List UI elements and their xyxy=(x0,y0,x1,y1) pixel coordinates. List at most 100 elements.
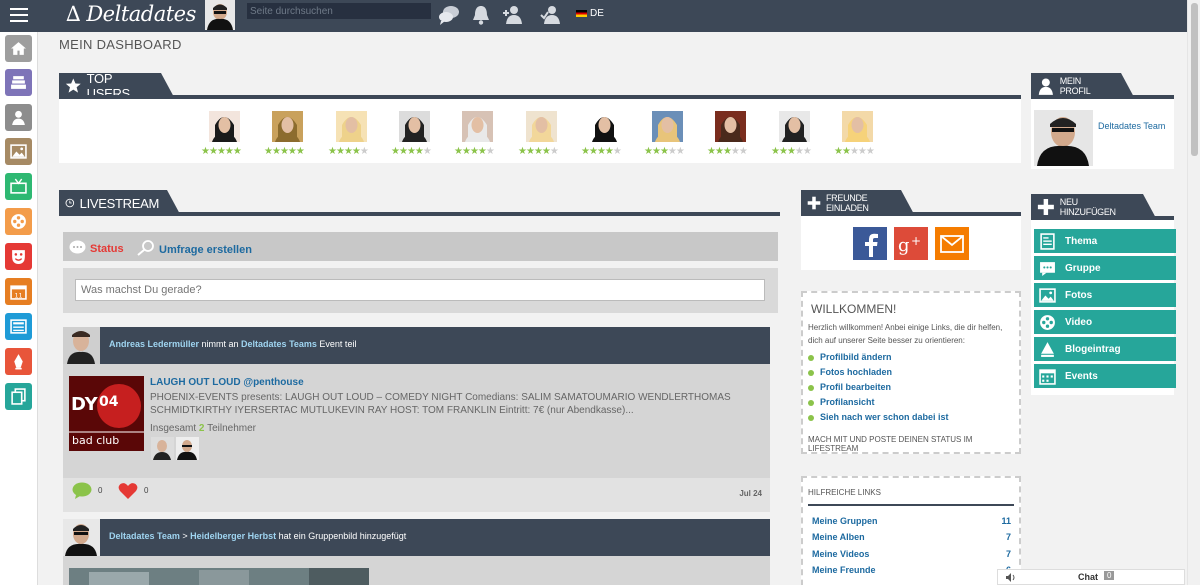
calendar-icon[interactable]: 11 xyxy=(5,278,32,305)
poll-tab[interactable]: Umfrage erstellen xyxy=(137,240,252,256)
news-icon[interactable] xyxy=(5,313,32,340)
welcome-link[interactable]: Fotos hochladen xyxy=(808,367,892,377)
search-input[interactable] xyxy=(247,3,431,19)
top-user-rating: ★★★★★ xyxy=(581,146,622,157)
chat-label: Chat xyxy=(1078,572,1098,582)
welcome-box: WILLKOMMEN! Herzlich willkommen! Anbei e… xyxy=(801,291,1021,454)
helpful-links-title: HILFREICHE LINKS xyxy=(808,488,881,497)
document-icon xyxy=(1040,232,1055,250)
post-type-bar: Status Umfrage erstellen xyxy=(63,232,778,261)
chat-bar[interactable]: Chat 0 xyxy=(997,569,1185,585)
user-avatar[interactable] xyxy=(205,0,235,30)
participant-avatar[interactable] xyxy=(151,437,174,460)
group-photo[interactable] xyxy=(69,568,369,585)
helpful-link-row[interactable]: Meine Gruppen 11 xyxy=(812,516,1011,526)
bell-icon[interactable] xyxy=(469,3,493,27)
plus-icon xyxy=(1037,199,1054,215)
status-tab[interactable]: Status xyxy=(69,240,124,255)
feed-item-header: Andreas Ledermüller nimmt an Deltadates … xyxy=(63,327,770,364)
top-user-avatar[interactable] xyxy=(526,111,557,142)
language-selector[interactable]: DE xyxy=(576,8,604,19)
clock-icon xyxy=(65,198,75,208)
home-icon[interactable] xyxy=(5,35,32,62)
speech-bubble-icon xyxy=(69,240,86,254)
user-icon[interactable] xyxy=(5,104,32,131)
profile-name-link[interactable]: Deltadates Team xyxy=(1098,121,1165,131)
top-user-avatar[interactable] xyxy=(715,111,746,142)
author-link[interactable]: Deltadates Team xyxy=(109,531,180,541)
helpful-link-row[interactable]: Meine Freunde6 xyxy=(812,565,1011,575)
search-icon xyxy=(137,240,154,256)
helpful-links-box: HILFREICHE LINKS Meine Gruppen 11 Meine A… xyxy=(801,476,1021,585)
welcome-link[interactable]: Profil bearbeiten xyxy=(808,382,891,392)
friend-requests-icon[interactable] xyxy=(501,3,525,27)
chat-bubbles-icon[interactable] xyxy=(437,3,461,27)
event-title-link[interactable]: LAUGH OUT LOUD @penthouse xyxy=(150,377,304,388)
profile-avatar[interactable] xyxy=(1034,110,1093,166)
top-user-avatar[interactable] xyxy=(652,111,683,142)
visitors-icon[interactable] xyxy=(539,3,563,27)
menu-icon[interactable] xyxy=(10,8,28,22)
helpful-link-row[interactable]: Meine Alben 7 xyxy=(812,532,1011,542)
comment-icon[interactable] xyxy=(72,482,92,499)
tv-icon[interactable] xyxy=(5,173,32,200)
add-blog-post-button[interactable]: Blogeintrag xyxy=(1034,337,1176,361)
top-user-avatar[interactable] xyxy=(272,111,303,142)
event-image[interactable]: DY 04 bad club xyxy=(69,376,144,451)
google-plus-icon[interactable]: g + xyxy=(894,227,928,260)
logo[interactable]: ∆ Deltadates xyxy=(66,2,196,26)
scrollbar-thumb[interactable] xyxy=(1191,3,1198,156)
facebook-icon[interactable] xyxy=(853,227,887,260)
helpful-link-row[interactable]: Meine Videos 7 xyxy=(812,549,1011,559)
invite-header: FREUNDE EINLADEN xyxy=(801,190,1021,216)
top-user-avatar[interactable] xyxy=(589,111,620,142)
top-user-rating: ★★★★★ xyxy=(518,146,559,157)
top-user-rating: ★★★★★ xyxy=(834,146,875,157)
participant-avatar[interactable] xyxy=(176,437,199,460)
feed-item-body: DY 04 bad club LAUGH OUT LOUD @penthouse P… xyxy=(63,364,770,478)
target-link[interactable]: Deltadates Teams xyxy=(241,339,317,349)
top-user-avatar[interactable] xyxy=(336,111,367,142)
heart-icon[interactable] xyxy=(118,482,138,500)
top-user-avatar[interactable] xyxy=(399,111,430,142)
welcome-link[interactable]: Profilbild ändern xyxy=(808,352,892,362)
add-group-button[interactable]: Gruppe xyxy=(1034,256,1176,280)
chat-icon xyxy=(1040,261,1055,276)
star-icon xyxy=(65,78,81,93)
email-icon[interactable] xyxy=(935,227,969,260)
svg-text:g: g xyxy=(898,235,910,256)
calendar-icon xyxy=(1039,368,1056,385)
status-input[interactable] xyxy=(75,279,765,301)
page-scrollbar[interactable] xyxy=(1187,0,1200,585)
film-reel-icon xyxy=(1040,314,1055,330)
add-topic-button[interactable]: Thema xyxy=(1034,229,1176,253)
plus-icon xyxy=(807,196,821,210)
my-profile-header: MEIN PROFIL xyxy=(1031,73,1174,99)
welcome-link[interactable]: Sieh nach wer schon dabei ist xyxy=(808,412,949,422)
theater-mask-icon[interactable] xyxy=(5,243,32,270)
top-user-avatar[interactable] xyxy=(462,111,493,142)
feed-item-text: Andreas Ledermüller nimmt an Deltadates … xyxy=(109,339,357,349)
copy-icon[interactable] xyxy=(5,383,32,410)
target-link[interactable]: Heidelberger Herbst xyxy=(190,531,276,541)
add-event-button[interactable]: Events xyxy=(1034,364,1176,388)
welcome-link[interactable]: Profilansicht xyxy=(808,397,875,407)
top-user-avatar[interactable] xyxy=(209,111,240,142)
top-user-avatar[interactable] xyxy=(779,111,810,142)
top-user-rating: ★★★★★ xyxy=(454,146,495,157)
stack-icon[interactable] xyxy=(5,69,32,96)
add-photos-button[interactable]: Fotos xyxy=(1034,283,1176,307)
author-avatar[interactable] xyxy=(63,519,100,556)
author-link[interactable]: Andreas Ledermüller xyxy=(109,339,199,349)
top-user-rating: ★★★★★ xyxy=(644,146,685,157)
top-user-avatar[interactable] xyxy=(842,111,873,142)
author-avatar[interactable] xyxy=(63,327,100,364)
add-video-button[interactable]: Video xyxy=(1034,310,1176,334)
top-navbar: ∆ Deltadates DE xyxy=(0,0,1200,32)
pen-icon[interactable] xyxy=(5,348,32,375)
user-icon xyxy=(1038,78,1053,95)
post-date: Jul 24 xyxy=(739,489,762,498)
photo-icon[interactable] xyxy=(5,138,32,165)
speaker-icon[interactable] xyxy=(1006,573,1016,582)
film-reel-icon[interactable] xyxy=(5,208,32,235)
